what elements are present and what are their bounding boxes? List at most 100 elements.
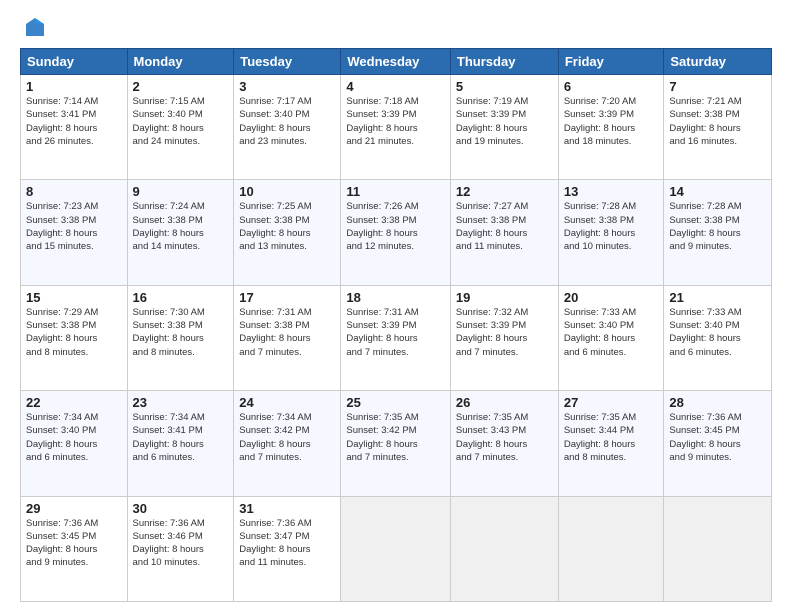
day-number: 1 xyxy=(26,79,122,94)
day-number: 22 xyxy=(26,395,122,410)
day-detail: Sunrise: 7:24 AM Sunset: 3:38 PM Dayligh… xyxy=(133,200,229,253)
day-detail: Sunrise: 7:33 AM Sunset: 3:40 PM Dayligh… xyxy=(669,306,766,359)
day-number: 9 xyxy=(133,184,229,199)
calendar-cell: 20Sunrise: 7:33 AM Sunset: 3:40 PM Dayli… xyxy=(558,285,664,390)
day-number: 11 xyxy=(346,184,445,199)
calendar-cell: 2Sunrise: 7:15 AM Sunset: 3:40 PM Daylig… xyxy=(127,75,234,180)
day-number: 27 xyxy=(564,395,659,410)
header-monday: Monday xyxy=(127,49,234,75)
day-detail: Sunrise: 7:32 AM Sunset: 3:39 PM Dayligh… xyxy=(456,306,553,359)
calendar-table: Sunday Monday Tuesday Wednesday Thursday… xyxy=(20,48,772,602)
calendar-cell: 12Sunrise: 7:27 AM Sunset: 3:38 PM Dayli… xyxy=(450,180,558,285)
day-detail: Sunrise: 7:27 AM Sunset: 3:38 PM Dayligh… xyxy=(456,200,553,253)
calendar-cell xyxy=(450,496,558,601)
calendar-cell: 4Sunrise: 7:18 AM Sunset: 3:39 PM Daylig… xyxy=(341,75,451,180)
calendar-cell: 25Sunrise: 7:35 AM Sunset: 3:42 PM Dayli… xyxy=(341,391,451,496)
day-detail: Sunrise: 7:15 AM Sunset: 3:40 PM Dayligh… xyxy=(133,95,229,148)
day-detail: Sunrise: 7:30 AM Sunset: 3:38 PM Dayligh… xyxy=(133,306,229,359)
logo-icon xyxy=(24,16,46,38)
day-detail: Sunrise: 7:36 AM Sunset: 3:45 PM Dayligh… xyxy=(669,411,766,464)
calendar-cell xyxy=(664,496,772,601)
calendar-cell: 9Sunrise: 7:24 AM Sunset: 3:38 PM Daylig… xyxy=(127,180,234,285)
calendar-cell: 28Sunrise: 7:36 AM Sunset: 3:45 PM Dayli… xyxy=(664,391,772,496)
calendar-cell: 19Sunrise: 7:32 AM Sunset: 3:39 PM Dayli… xyxy=(450,285,558,390)
calendar-cell: 31Sunrise: 7:36 AM Sunset: 3:47 PM Dayli… xyxy=(234,496,341,601)
day-detail: Sunrise: 7:31 AM Sunset: 3:39 PM Dayligh… xyxy=(346,306,445,359)
calendar-cell: 5Sunrise: 7:19 AM Sunset: 3:39 PM Daylig… xyxy=(450,75,558,180)
calendar-cell: 8Sunrise: 7:23 AM Sunset: 3:38 PM Daylig… xyxy=(21,180,128,285)
day-number: 15 xyxy=(26,290,122,305)
day-detail: Sunrise: 7:17 AM Sunset: 3:40 PM Dayligh… xyxy=(239,95,335,148)
day-detail: Sunrise: 7:18 AM Sunset: 3:39 PM Dayligh… xyxy=(346,95,445,148)
day-detail: Sunrise: 7:31 AM Sunset: 3:38 PM Dayligh… xyxy=(239,306,335,359)
day-detail: Sunrise: 7:33 AM Sunset: 3:40 PM Dayligh… xyxy=(564,306,659,359)
day-detail: Sunrise: 7:29 AM Sunset: 3:38 PM Dayligh… xyxy=(26,306,122,359)
calendar-cell: 23Sunrise: 7:34 AM Sunset: 3:41 PM Dayli… xyxy=(127,391,234,496)
calendar-cell: 13Sunrise: 7:28 AM Sunset: 3:38 PM Dayli… xyxy=(558,180,664,285)
calendar-week-2: 8Sunrise: 7:23 AM Sunset: 3:38 PM Daylig… xyxy=(21,180,772,285)
day-number: 7 xyxy=(669,79,766,94)
day-detail: Sunrise: 7:36 AM Sunset: 3:46 PM Dayligh… xyxy=(133,517,229,570)
day-number: 21 xyxy=(669,290,766,305)
calendar-header-row: Sunday Monday Tuesday Wednesday Thursday… xyxy=(21,49,772,75)
calendar-cell: 21Sunrise: 7:33 AM Sunset: 3:40 PM Dayli… xyxy=(664,285,772,390)
day-detail: Sunrise: 7:28 AM Sunset: 3:38 PM Dayligh… xyxy=(669,200,766,253)
day-number: 30 xyxy=(133,501,229,516)
day-number: 13 xyxy=(564,184,659,199)
day-number: 26 xyxy=(456,395,553,410)
calendar-cell: 24Sunrise: 7:34 AM Sunset: 3:42 PM Dayli… xyxy=(234,391,341,496)
day-number: 18 xyxy=(346,290,445,305)
header-sunday: Sunday xyxy=(21,49,128,75)
day-number: 5 xyxy=(456,79,553,94)
calendar-cell: 30Sunrise: 7:36 AM Sunset: 3:46 PM Dayli… xyxy=(127,496,234,601)
calendar-cell: 3Sunrise: 7:17 AM Sunset: 3:40 PM Daylig… xyxy=(234,75,341,180)
calendar-cell: 17Sunrise: 7:31 AM Sunset: 3:38 PM Dayli… xyxy=(234,285,341,390)
day-detail: Sunrise: 7:25 AM Sunset: 3:38 PM Dayligh… xyxy=(239,200,335,253)
day-number: 4 xyxy=(346,79,445,94)
calendar-cell: 6Sunrise: 7:20 AM Sunset: 3:39 PM Daylig… xyxy=(558,75,664,180)
day-number: 28 xyxy=(669,395,766,410)
logo xyxy=(20,16,46,38)
calendar-cell: 27Sunrise: 7:35 AM Sunset: 3:44 PM Dayli… xyxy=(558,391,664,496)
day-number: 14 xyxy=(669,184,766,199)
header-tuesday: Tuesday xyxy=(234,49,341,75)
day-detail: Sunrise: 7:21 AM Sunset: 3:38 PM Dayligh… xyxy=(669,95,766,148)
calendar-cell: 7Sunrise: 7:21 AM Sunset: 3:38 PM Daylig… xyxy=(664,75,772,180)
calendar-cell xyxy=(558,496,664,601)
day-detail: Sunrise: 7:34 AM Sunset: 3:40 PM Dayligh… xyxy=(26,411,122,464)
header xyxy=(20,16,772,38)
day-number: 20 xyxy=(564,290,659,305)
day-detail: Sunrise: 7:35 AM Sunset: 3:44 PM Dayligh… xyxy=(564,411,659,464)
header-wednesday: Wednesday xyxy=(341,49,451,75)
day-number: 23 xyxy=(133,395,229,410)
day-number: 31 xyxy=(239,501,335,516)
day-number: 17 xyxy=(239,290,335,305)
day-number: 29 xyxy=(26,501,122,516)
calendar-week-4: 22Sunrise: 7:34 AM Sunset: 3:40 PM Dayli… xyxy=(21,391,772,496)
day-number: 2 xyxy=(133,79,229,94)
day-number: 16 xyxy=(133,290,229,305)
calendar-cell: 15Sunrise: 7:29 AM Sunset: 3:38 PM Dayli… xyxy=(21,285,128,390)
calendar-week-3: 15Sunrise: 7:29 AM Sunset: 3:38 PM Dayli… xyxy=(21,285,772,390)
calendar-week-1: 1Sunrise: 7:14 AM Sunset: 3:41 PM Daylig… xyxy=(21,75,772,180)
calendar-cell: 14Sunrise: 7:28 AM Sunset: 3:38 PM Dayli… xyxy=(664,180,772,285)
header-friday: Friday xyxy=(558,49,664,75)
day-detail: Sunrise: 7:36 AM Sunset: 3:47 PM Dayligh… xyxy=(239,517,335,570)
day-detail: Sunrise: 7:35 AM Sunset: 3:43 PM Dayligh… xyxy=(456,411,553,464)
page: Sunday Monday Tuesday Wednesday Thursday… xyxy=(0,0,792,612)
calendar-cell xyxy=(341,496,451,601)
day-detail: Sunrise: 7:20 AM Sunset: 3:39 PM Dayligh… xyxy=(564,95,659,148)
day-number: 25 xyxy=(346,395,445,410)
day-detail: Sunrise: 7:34 AM Sunset: 3:42 PM Dayligh… xyxy=(239,411,335,464)
day-number: 10 xyxy=(239,184,335,199)
day-detail: Sunrise: 7:28 AM Sunset: 3:38 PM Dayligh… xyxy=(564,200,659,253)
day-detail: Sunrise: 7:19 AM Sunset: 3:39 PM Dayligh… xyxy=(456,95,553,148)
day-number: 24 xyxy=(239,395,335,410)
day-detail: Sunrise: 7:34 AM Sunset: 3:41 PM Dayligh… xyxy=(133,411,229,464)
calendar-cell: 11Sunrise: 7:26 AM Sunset: 3:38 PM Dayli… xyxy=(341,180,451,285)
day-detail: Sunrise: 7:36 AM Sunset: 3:45 PM Dayligh… xyxy=(26,517,122,570)
calendar-cell: 18Sunrise: 7:31 AM Sunset: 3:39 PM Dayli… xyxy=(341,285,451,390)
day-detail: Sunrise: 7:26 AM Sunset: 3:38 PM Dayligh… xyxy=(346,200,445,253)
calendar-cell: 1Sunrise: 7:14 AM Sunset: 3:41 PM Daylig… xyxy=(21,75,128,180)
day-number: 12 xyxy=(456,184,553,199)
